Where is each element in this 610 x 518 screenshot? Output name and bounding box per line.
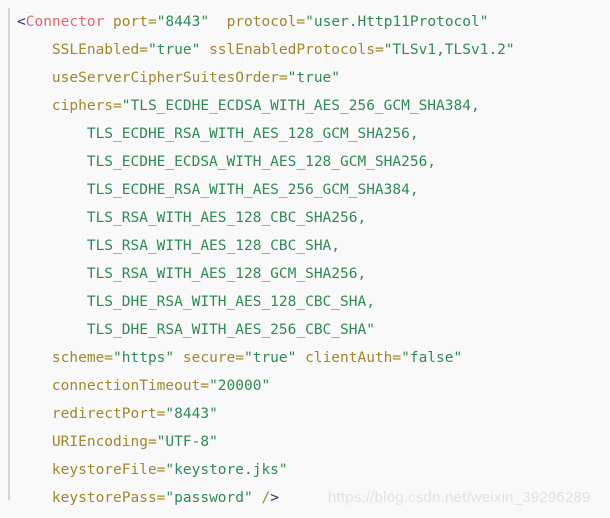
code-token-value: TLS_RSA_WITH_AES_128_CBC_SHA256,: [86, 210, 367, 226]
code-token-value: TLS_DHE_RSA_WITH_AES_256_CBC_SHA": [86, 322, 375, 338]
code-token-value: "keystore.jks": [165, 462, 288, 478]
code-token-attr: secure=: [182, 350, 244, 366]
code-token-attr: keystoreFile=: [51, 462, 166, 478]
code-line: TLS_DHE_RSA_WITH_AES_128_CBC_SHA,: [17, 288, 610, 316]
code-line: TLS_RSA_WITH_AES_128_GCM_SHA256,: [17, 260, 610, 288]
code-token-value: TLS_ECDHE_ECDSA_WITH_AES_128_GCM_SHA256,: [86, 154, 437, 170]
code-token-attr: connectionTimeout=: [51, 378, 210, 394]
code-token-value: TLS_RSA_WITH_AES_128_CBC_SHA,: [86, 238, 341, 254]
code-token-value: TLS_DHE_RSA_WITH_AES_128_CBC_SHA,: [86, 294, 375, 310]
code-line: keystoreFile="keystore.jks": [17, 456, 610, 484]
code-token-punct: >: [270, 490, 279, 506]
code-token-attr: keystorePass=: [51, 490, 166, 506]
code-token-value: "UTF-8": [156, 434, 218, 450]
watermark-text: https://blog.csdn.net/weixin_39296289: [328, 489, 591, 506]
code-token-value: "20000": [209, 378, 271, 394]
code-line: redirectPort="8443": [17, 400, 610, 428]
code-token-attr: SSLEnabled=: [51, 42, 148, 58]
code-line: useServerCipherSuitesOrder="true": [17, 64, 610, 92]
code-token-value: TLS_RSA_WITH_AES_128_GCM_SHA256,: [86, 266, 367, 282]
code-line: TLS_ECDHE_RSA_WITH_AES_256_GCM_SHA384,: [17, 176, 610, 204]
code-token-attr: ciphers=: [51, 98, 122, 114]
code-line: TLS_ECDHE_ECDSA_WITH_AES_128_GCM_SHA256,: [17, 148, 610, 176]
code-token-value: "https": [113, 350, 175, 366]
code-token-attr: protocol=: [226, 14, 306, 30]
code-line: TLS_RSA_WITH_AES_128_CBC_SHA,: [17, 232, 610, 260]
code-token-value: "true": [147, 42, 201, 58]
code-token-value: "true": [243, 350, 297, 366]
code-token-value: "TLSv1,TLSv1.2": [383, 42, 515, 58]
code-line: TLS_DHE_RSA_WITH_AES_256_CBC_SHA": [17, 316, 610, 344]
code-line: SSLEnabled="true" sslEnabledProtocols="T…: [17, 36, 610, 64]
code-token-attr: port=: [113, 14, 157, 30]
code-token-attr: redirectPort=: [51, 406, 166, 422]
code-line-list[interactable]: <Connector port="8443" protocol="user.Ht…: [17, 8, 610, 512]
code-token-value: "user.Http11Protocol": [305, 14, 489, 30]
code-token-attr: clientAuth=: [305, 350, 402, 366]
code-token-value: "true": [287, 70, 341, 86]
code-gutter-rule: [8, 8, 10, 500]
code-token-value: TLS_ECDHE_RSA_WITH_AES_128_GCM_SHA256,: [86, 126, 419, 142]
code-token-value: "TLS_ECDHE_ECDSA_WITH_AES_256_GCM_SHA384…: [121, 98, 480, 114]
code-token-value: "8443": [156, 14, 210, 30]
code-token-attr: scheme=: [51, 350, 114, 366]
code-token-value: "password": [165, 490, 253, 506]
code-line: URIEncoding="UTF-8": [17, 428, 610, 456]
code-line: ciphers="TLS_ECDHE_ECDSA_WITH_AES_256_GC…: [17, 92, 610, 120]
code-line: TLS_ECDHE_RSA_WITH_AES_128_GCM_SHA256,: [17, 120, 610, 148]
code-block: <Connector port="8443" protocol="user.Ht…: [0, 0, 610, 518]
code-line: scheme="https" secure="true" clientAuth=…: [17, 344, 610, 372]
code-token-attr: /: [261, 490, 271, 506]
code-token-value: TLS_ECDHE_RSA_WITH_AES_256_GCM_SHA384,: [86, 182, 419, 198]
code-token-punct: <: [17, 14, 26, 30]
code-line: connectionTimeout="20000": [17, 372, 610, 400]
code-line: TLS_RSA_WITH_AES_128_CBC_SHA256,: [17, 204, 610, 232]
code-token-tag: Connector: [25, 14, 105, 30]
code-line: <Connector port="8443" protocol="user.Ht…: [17, 8, 610, 36]
code-token-attr: useServerCipherSuitesOrder=: [51, 70, 288, 86]
code-token-value: "false": [401, 350, 463, 366]
code-token-value: "8443": [165, 406, 218, 422]
code-token-attr: sslEnabledProtocols=: [209, 42, 384, 58]
code-token-attr: URIEncoding=: [51, 434, 157, 450]
